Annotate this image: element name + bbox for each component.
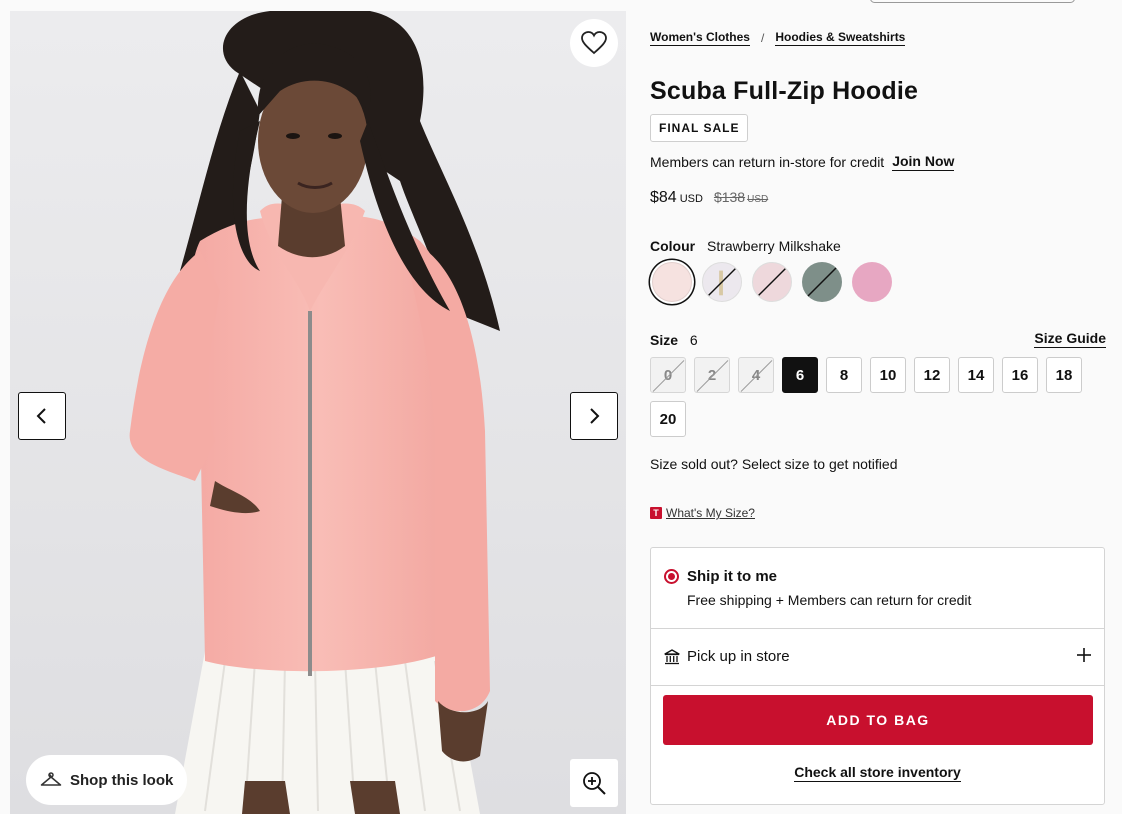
- selected-size: 6: [689, 332, 698, 348]
- plus-icon[interactable]: [1076, 647, 1092, 663]
- ship-radio-selected[interactable]: [664, 569, 679, 584]
- member-note-text: Members can return in-store for credit: [650, 154, 885, 170]
- previous-image-button[interactable]: [18, 392, 66, 440]
- header-search-edge: [870, 0, 1075, 3]
- store-icon: [664, 649, 680, 665]
- sale-price-currency: USD: [679, 193, 703, 205]
- size-option-2[interactable]: 2: [694, 357, 730, 393]
- product-image-gallery: Shop this look: [10, 11, 626, 814]
- product-title: Scuba Full-Zip Hoodie: [650, 77, 919, 105]
- zoom-button[interactable]: [570, 759, 618, 807]
- unavailable-strike-icon: [758, 268, 786, 296]
- size-options: 0 2 4 6 8 10 12 14 16 18 20: [650, 357, 1106, 437]
- breadcrumb-womens-clothes[interactable]: Women's Clothes: [650, 30, 750, 46]
- size-option-20[interactable]: 20: [650, 401, 686, 437]
- member-return-note: Members can return in-store for credit J…: [650, 153, 955, 171]
- size-option-8[interactable]: 8: [826, 357, 862, 393]
- hanger-icon: [40, 772, 62, 786]
- size-option-12[interactable]: 12: [914, 357, 950, 393]
- colour-heading: Colour Strawberry Milkshake: [650, 238, 841, 254]
- sale-price: $84: [650, 189, 677, 206]
- swatch-pink-heather[interactable]: [752, 262, 792, 302]
- breadcrumb-separator: /: [760, 31, 765, 45]
- check-store-inventory: Check all store inventory: [651, 764, 1104, 782]
- add-to-bag-button[interactable]: ADD TO BAG: [663, 695, 1093, 745]
- join-now-link[interactable]: Join Now: [892, 153, 955, 171]
- size-option-6[interactable]: 6: [782, 357, 818, 393]
- favorite-button[interactable]: [570, 19, 618, 67]
- size-soldout-note: Size sold out? Select size to get notifi…: [650, 456, 898, 472]
- swatch-strawberry-milkshake[interactable]: [652, 262, 692, 302]
- product-photo: [10, 11, 626, 814]
- shop-this-look-button[interactable]: Shop this look: [26, 755, 188, 805]
- size-option-0[interactable]: 0: [650, 357, 686, 393]
- shop-this-look-label: Shop this look: [70, 771, 174, 789]
- next-image-button[interactable]: [570, 392, 618, 440]
- ship-it-to-me-option[interactable]: Ship it to me Free shipping + Members ca…: [651, 548, 1104, 629]
- zoom-in-icon: [583, 772, 606, 795]
- original-price: $138: [713, 189, 746, 205]
- price: $84 USD $138 USD: [650, 189, 768, 207]
- final-sale-badge: FINAL SALE: [650, 114, 749, 142]
- fulfillment-options: Ship it to me Free shipping + Members ca…: [650, 547, 1105, 805]
- swatch-pink-bloom[interactable]: [852, 262, 892, 302]
- fit-tool-logo-icon: T: [650, 507, 662, 519]
- size-heading: Size 6 Size Guide: [650, 330, 1106, 348]
- whats-my-size-link[interactable]: What's My Size?: [666, 506, 755, 520]
- unavailable-strike-icon: [708, 268, 736, 296]
- breadcrumb: Women's Clothes / Hoodies & Sweatshirts: [650, 30, 906, 46]
- size-option-4[interactable]: 4: [738, 357, 774, 393]
- size-option-18[interactable]: 18: [1046, 357, 1082, 393]
- ship-option-title: Ship it to me: [687, 568, 777, 585]
- size-label: Size: [650, 332, 679, 348]
- size-option-14[interactable]: 14: [958, 357, 994, 393]
- selected-colour-name: Strawberry Milkshake: [707, 238, 841, 254]
- heart-icon: [581, 31, 607, 55]
- check-store-inventory-link[interactable]: Check all store inventory: [794, 764, 961, 782]
- colour-label: Colour: [650, 238, 696, 254]
- colour-swatches: [652, 262, 892, 302]
- swatch-heathered-white[interactable]: [702, 262, 742, 302]
- size-option-10[interactable]: 10: [870, 357, 906, 393]
- pick-up-in-store-option[interactable]: Pick up in store: [651, 629, 1104, 686]
- unavailable-strike-icon: [807, 267, 837, 297]
- swatch-grey-sage[interactable]: [802, 262, 842, 302]
- chevron-left-icon: [36, 408, 46, 424]
- ship-option-subtitle: Free shipping + Members can return for c…: [687, 592, 972, 608]
- original-price-currency: USD: [747, 194, 769, 205]
- whats-my-size: T What's My Size?: [650, 506, 755, 520]
- breadcrumb-hoodies-sweatshirts[interactable]: Hoodies & Sweatshirts: [775, 30, 906, 46]
- size-option-16[interactable]: 16: [1002, 357, 1038, 393]
- size-guide-link[interactable]: Size Guide: [1034, 330, 1106, 348]
- chevron-right-icon: [590, 408, 600, 424]
- pickup-label: Pick up in store: [687, 648, 790, 665]
